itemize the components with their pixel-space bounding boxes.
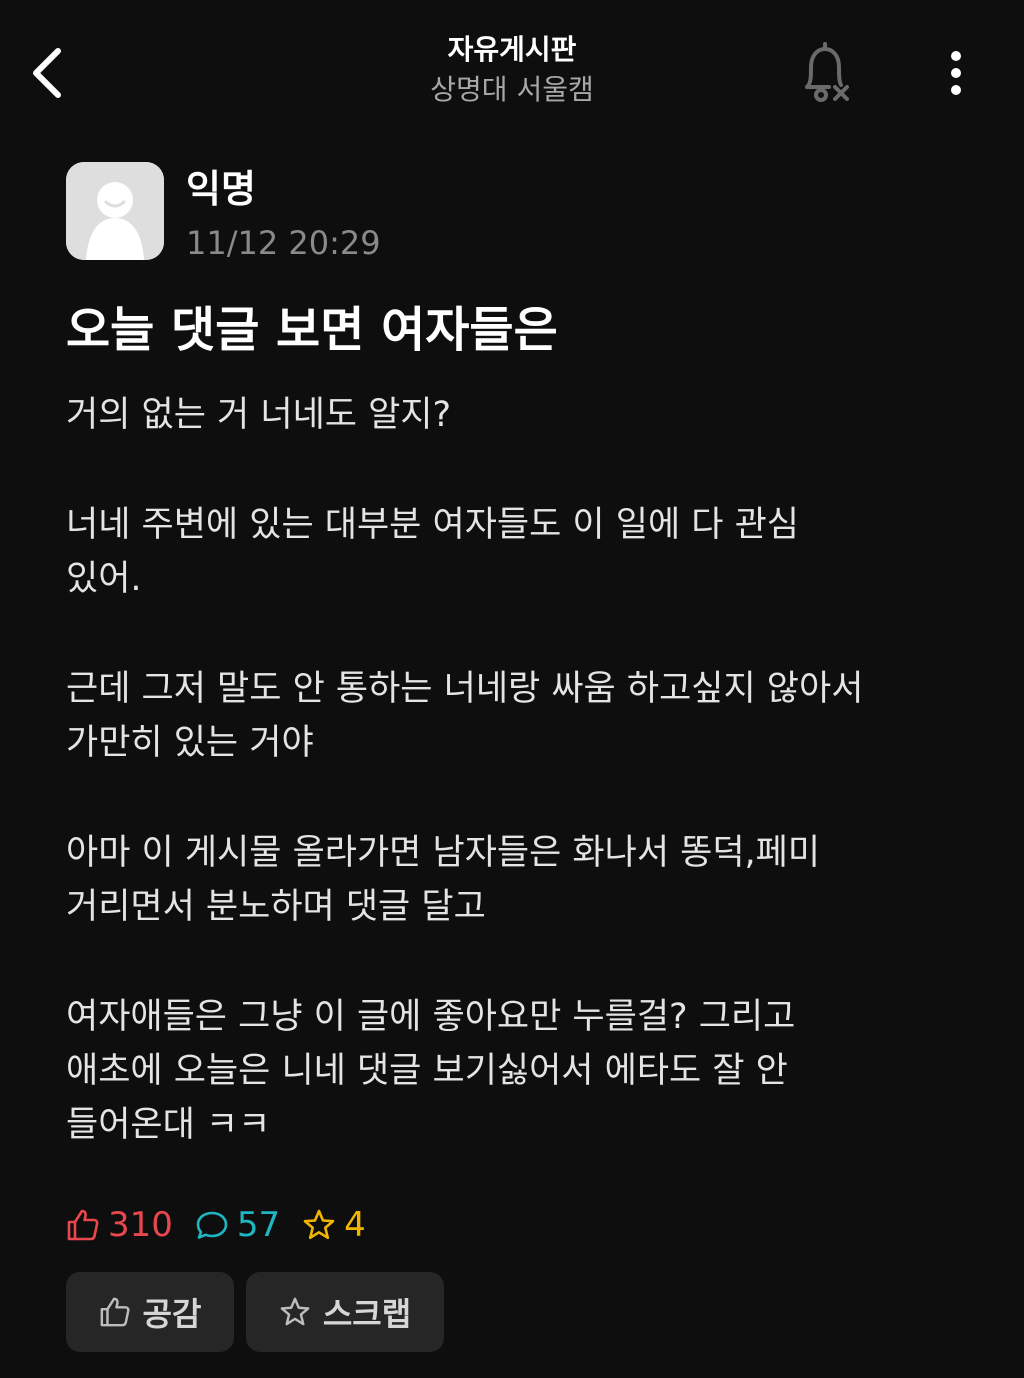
post-actions: 공감 스크랩 xyxy=(66,1272,456,1352)
like-button[interactable]: 공감 xyxy=(66,1272,234,1352)
like-count-value: 310 xyxy=(108,1205,173,1245)
comment-count: 57 xyxy=(195,1205,280,1245)
anonymous-avatar-icon xyxy=(66,162,164,260)
more-vertical-icon xyxy=(951,51,961,95)
thumbs-up-icon xyxy=(67,1209,99,1241)
thumbs-up-icon xyxy=(100,1297,130,1327)
back-button[interactable] xyxy=(16,38,76,108)
comment-count-value: 57 xyxy=(236,1205,281,1245)
notification-button[interactable] xyxy=(790,38,860,108)
post-paragraph: 여자애들은 그냥 이 글에 좋아요만 누를걸? 그리고 애초에 오늘은 니네 댓… xyxy=(66,997,796,1145)
scrap-count-value: 4 xyxy=(344,1205,366,1245)
comment-bubble-icon xyxy=(196,1211,228,1239)
post-body: 거의 없는 거 너네도 알지? 너네 주변에 있는 대부분 여자들도 이 일에 … xyxy=(66,388,966,1208)
author-name: 익명 xyxy=(186,167,256,211)
like-count: 310 xyxy=(66,1205,173,1245)
bell-off-icon xyxy=(805,42,849,102)
like-button-label: 공감 xyxy=(142,1295,202,1333)
scrap-count: 4 xyxy=(302,1205,366,1245)
chevron-left-icon xyxy=(33,48,61,98)
post-paragraph: 너네 주변에 있는 대부분 여자들도 이 일에 다 관심 있어. xyxy=(66,505,800,599)
star-icon xyxy=(280,1297,310,1326)
top-bar: 자유게시판 상명대 서울캠 xyxy=(0,0,1024,140)
post-paragraph: 아마 이 게시물 올라가면 남자들은 화나서 똥덕,페미 거리면서 분노하며 댓… xyxy=(66,833,821,927)
post-timestamp: 11/12 20:29 xyxy=(186,224,381,262)
scrap-button[interactable]: 스크랩 xyxy=(246,1272,444,1352)
scrap-button-label: 스크랩 xyxy=(322,1295,412,1333)
post-paragraph: 거의 없는 거 너네도 알지? xyxy=(66,395,452,435)
board-title: 자유게시판 xyxy=(447,33,577,66)
avatar xyxy=(66,162,164,260)
star-icon xyxy=(303,1209,335,1240)
more-options-button[interactable] xyxy=(926,38,986,108)
post-paragraph: 근데 그저 말도 안 통하는 너네랑 싸움 하고싶지 않아서 가만히 있는 거야 xyxy=(66,669,864,763)
board-subtitle: 상명대 서울캠 xyxy=(430,73,594,106)
board-header: 자유게시판 상명대 서울캠 xyxy=(312,30,712,110)
post-title: 오늘 댓글 보면 여자들은 xyxy=(66,302,558,358)
post-stats: 310 57 4 xyxy=(66,1200,388,1250)
